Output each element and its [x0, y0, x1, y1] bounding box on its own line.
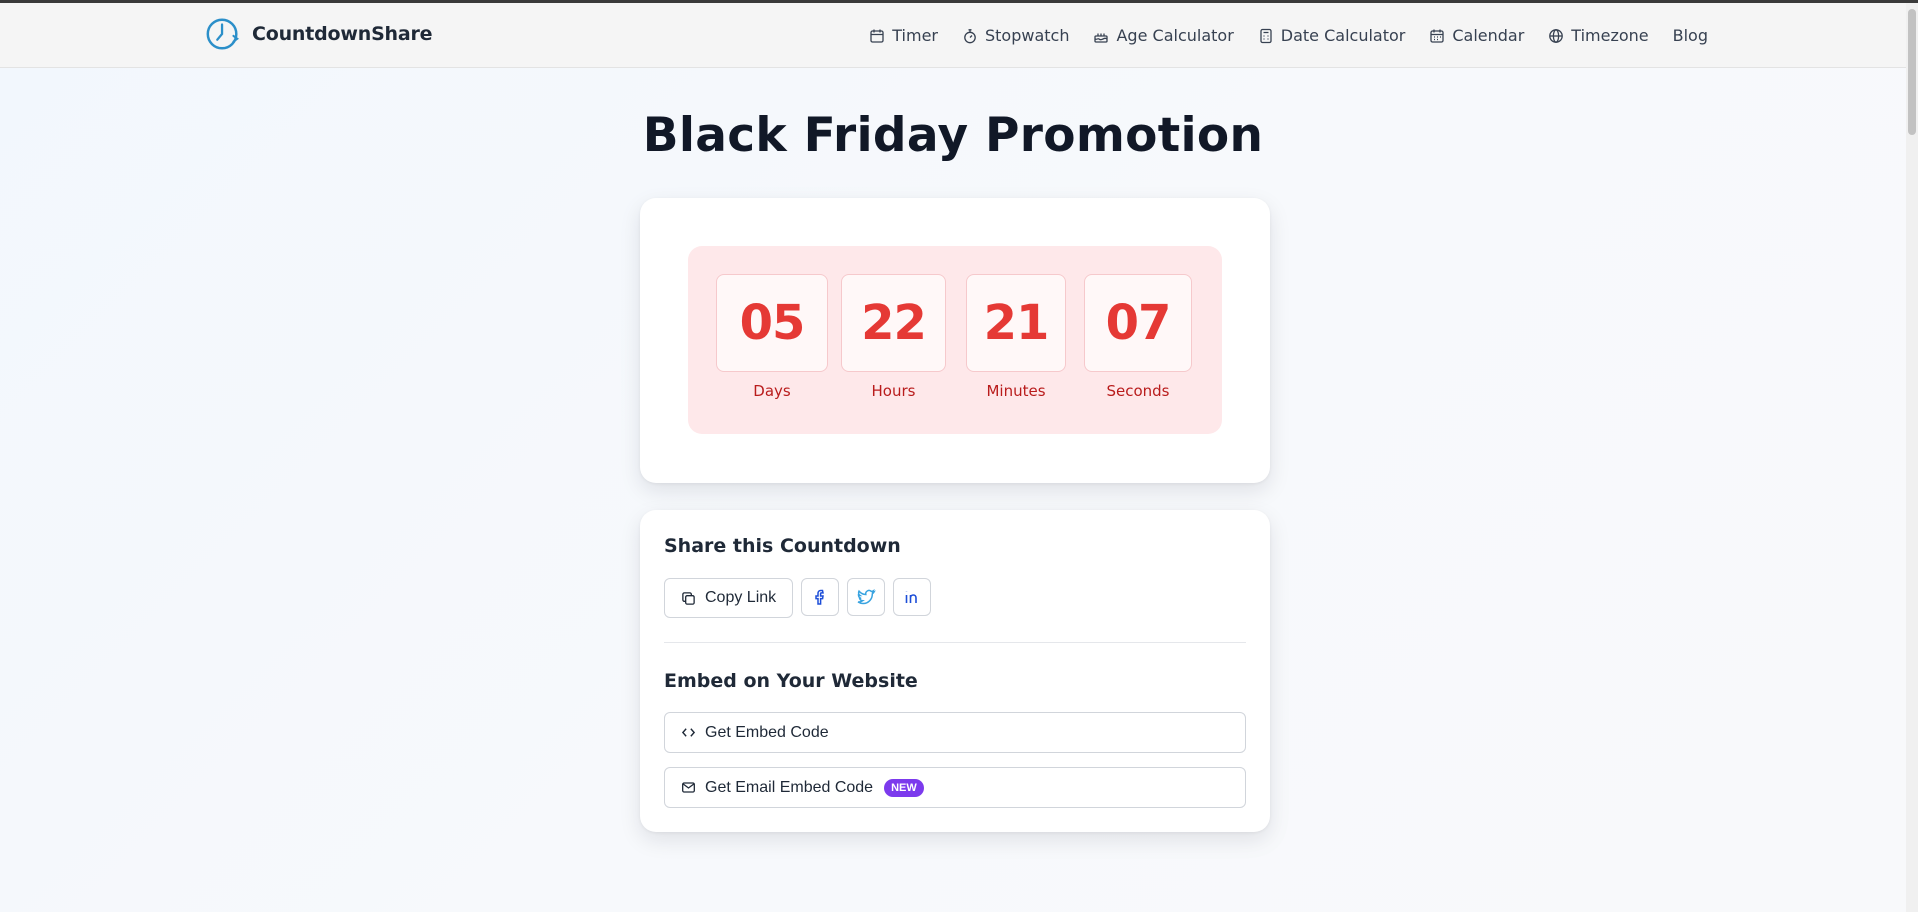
nav-label: Age Calculator	[1116, 26, 1234, 45]
nav-label: Timer	[892, 26, 938, 45]
countdown-days: 05 Days	[716, 274, 828, 400]
brand-name: CountdownShare	[252, 23, 433, 45]
new-badge: NEW	[884, 778, 924, 797]
minutes-label: Minutes	[986, 382, 1046, 400]
globe-icon	[1549, 28, 1564, 43]
main-nav: Timer Stopwatch Age Calculator Date Calc…	[869, 3, 1708, 68]
clock-logo-icon	[206, 18, 239, 50]
countdown-seconds: 07 Seconds	[1084, 274, 1192, 400]
share-twitter-button[interactable]	[847, 578, 885, 616]
calendar-icon	[870, 29, 884, 43]
twitter-icon	[857, 589, 876, 605]
get-email-embed-code-button[interactable]: Get Email Embed Code NEW	[664, 767, 1246, 808]
countdown-hours: 22 Hours	[841, 274, 946, 400]
nav-label: Timezone	[1571, 26, 1649, 45]
embed-code-label: Get Embed Code	[705, 723, 829, 741]
nav-label: Date Calculator	[1280, 26, 1406, 45]
hours-label: Hours	[871, 382, 916, 400]
section-divider	[664, 642, 1246, 643]
email-embed-label: Get Email Embed Code	[705, 778, 874, 796]
seconds-label: Seconds	[1106, 382, 1170, 400]
nav-item-blog[interactable]: Blog	[1673, 26, 1708, 45]
days-value: 05	[716, 274, 828, 372]
site-header: CountdownShare Timer Stopwatch Age Calcu…	[0, 3, 1918, 68]
nav-item-timezone[interactable]: Timezone	[1548, 26, 1649, 45]
nav-label: Blog	[1672, 26, 1708, 45]
nav-label: Calendar	[1452, 26, 1525, 45]
stopwatch-icon	[964, 28, 976, 43]
calendar-grid-icon	[1430, 29, 1444, 43]
code-icon	[681, 728, 696, 737]
share-card: Share this Countdown Copy Link Embed on …	[640, 510, 1270, 832]
countdown-display: 05 Days 22 Hours 21 Minutes 07 Seconds	[688, 246, 1222, 434]
mail-icon	[682, 782, 695, 793]
copy-link-button[interactable]: Copy Link	[664, 578, 794, 618]
brand[interactable]: CountdownShare	[204, 15, 433, 53]
linkedin-icon	[905, 591, 917, 603]
get-embed-code-button[interactable]: Get Embed Code	[664, 712, 1246, 753]
nav-item-calendar[interactable]: Calendar	[1429, 26, 1524, 45]
nav-label: Stopwatch	[985, 26, 1070, 45]
nav-item-timer[interactable]: Timer	[869, 26, 938, 45]
hours-value: 22	[841, 274, 946, 372]
minutes-value: 21	[966, 274, 1066, 372]
copy-icon	[682, 591, 695, 605]
countdown-card: 05 Days 22 Hours 21 Minutes 07 Seconds	[640, 198, 1270, 483]
scrollbar[interactable]	[1906, 3, 1918, 912]
page-title: Black Friday Promotion	[642, 108, 1264, 163]
copy-link-label: Copy Link	[705, 589, 777, 606]
share-title: Share this Countdown	[664, 535, 901, 557]
nav-item-age-calculator[interactable]: Age Calculator	[1093, 26, 1234, 45]
calculator-icon	[1260, 28, 1272, 43]
cake-icon	[1094, 33, 1109, 43]
nav-item-stopwatch[interactable]: Stopwatch	[962, 26, 1069, 45]
days-label: Days	[753, 382, 791, 400]
embed-title: Embed on Your Website	[664, 670, 918, 692]
share-facebook-button[interactable]	[801, 578, 839, 616]
share-linkedin-button[interactable]	[893, 578, 931, 616]
facebook-icon	[815, 589, 824, 605]
countdown-minutes: 21 Minutes	[966, 274, 1066, 400]
scrollbar-thumb[interactable]	[1908, 9, 1916, 135]
seconds-value: 07	[1084, 274, 1192, 372]
nav-item-date-calculator[interactable]: Date Calculator	[1258, 26, 1406, 45]
